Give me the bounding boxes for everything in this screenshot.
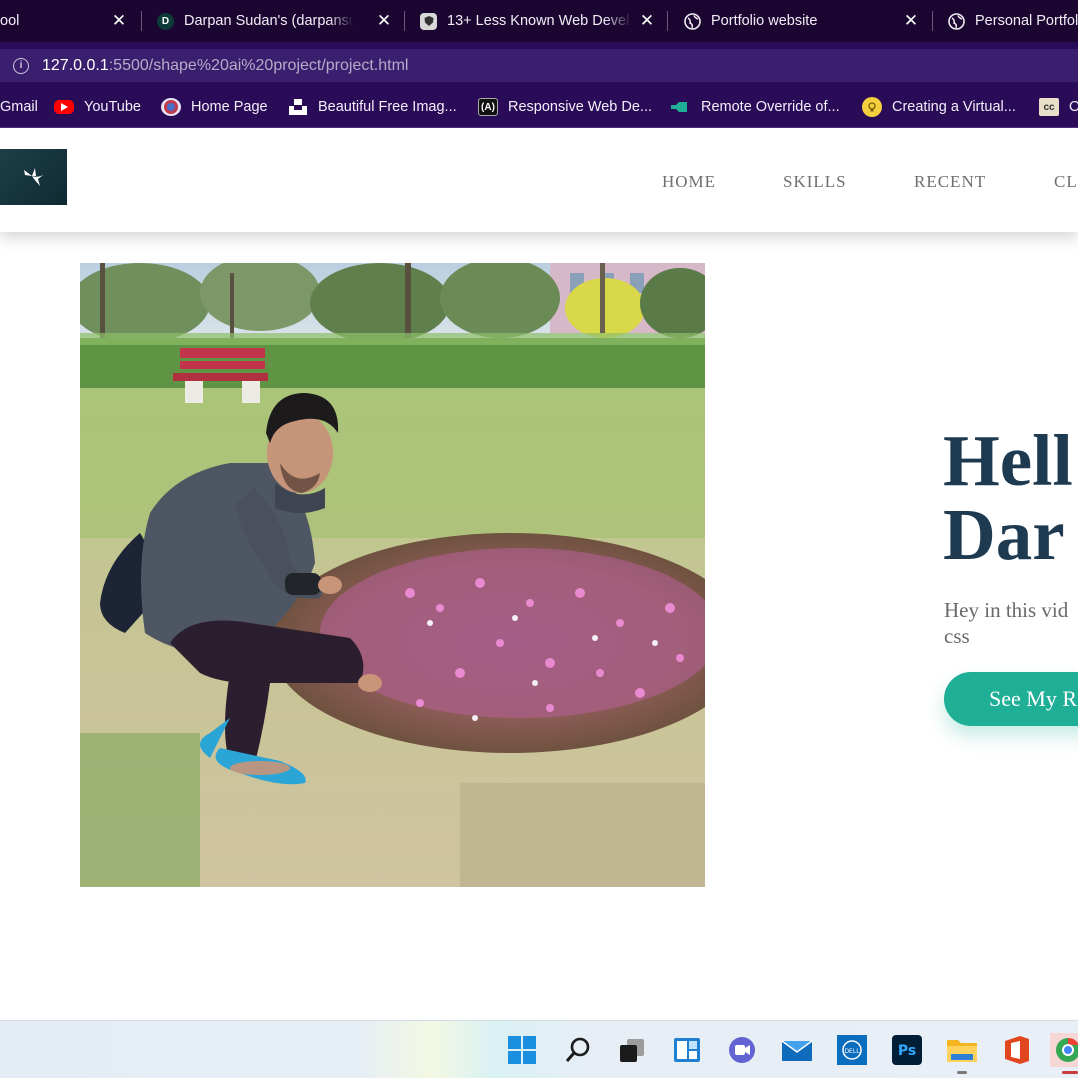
hero-title-line-2: Dar [943, 494, 1065, 575]
bookmarks-bar: Gmail YouTube Home Page Beautiful Free I… [0, 88, 1078, 128]
hero-description: Hey in this vid css [944, 597, 1078, 649]
tab-title: 13+ Less Known Web Devel [447, 13, 630, 29]
widgets-icon[interactable] [670, 1033, 704, 1067]
darpan-favicon-icon: D [157, 12, 174, 30]
hero-title: Hell Dar [943, 424, 1073, 572]
tab-title: Portfolio website [711, 13, 818, 29]
see-my-resume-button[interactable]: See My R [944, 672, 1078, 726]
tab-portfolio-website[interactable]: Portfolio website ✕ [684, 0, 922, 42]
bookmark-responsive-web[interactable]: (A) Responsive Web De... [478, 88, 652, 126]
tab-close-icon[interactable]: ✕ [375, 12, 393, 30]
globe-icon [684, 12, 701, 30]
dell-icon-label: DELL [844, 1048, 860, 1055]
teams-chat-icon[interactable] [725, 1033, 759, 1067]
tab-strip: ool ✕ D Darpan Sudan's (darpansudan ✕ 13… [0, 0, 1078, 42]
site-info-icon[interactable]: i [13, 57, 29, 74]
globe-icon [948, 12, 965, 30]
tab-web-dev-tools[interactable]: 13+ Less Known Web Devel ✕ [420, 0, 658, 42]
bookmark-label: YouTube [84, 99, 141, 115]
bookmark-label: Gmail [0, 99, 38, 115]
dell-icon[interactable]: DELL [835, 1033, 869, 1067]
tab-personal-portfolio[interactable]: Personal Portfolio [948, 0, 1078, 42]
cc-icon: cc [1039, 98, 1059, 116]
address-bar[interactable]: i 127.0.0.1:5500/shape%20ai%20project/pr… [0, 49, 1078, 82]
youtube-icon [54, 100, 74, 114]
file-explorer-icon[interactable] [945, 1033, 979, 1067]
responsive-web-favicon-icon: (A) [478, 98, 498, 116]
site-header: HOME SKILLS RECENT CL [0, 129, 1078, 232]
remote-override-favicon-icon [671, 98, 691, 116]
url-path: :5500/shape%20ai%20project/project.html [108, 56, 409, 74]
tab-darpan-sudan[interactable]: D Darpan Sudan's (darpansudan ✕ [157, 0, 395, 42]
running-indicator [957, 1071, 967, 1074]
mail-icon[interactable] [780, 1033, 814, 1067]
office-icon[interactable] [1000, 1033, 1034, 1067]
bookmark-label: Home Page [191, 99, 268, 115]
tab-gmail-tool[interactable]: ool ✕ [0, 0, 132, 42]
bookmark-label: Responsive Web De... [508, 99, 652, 115]
tab-close-icon[interactable]: ✕ [902, 12, 920, 30]
site-logo[interactable] [0, 149, 67, 205]
bookmark-label: O [1069, 99, 1078, 115]
profile-photo [80, 263, 705, 887]
hero-description-line-1: Hey in this vid [944, 598, 1069, 622]
bookmark-gmail[interactable]: Gmail [0, 88, 38, 126]
task-view-icon[interactable] [615, 1033, 649, 1067]
taskbar: DELL Ps [0, 1020, 1078, 1078]
bookmark-remote-override[interactable]: Remote Override of... [671, 88, 840, 126]
nav-contact[interactable]: CL [1054, 172, 1078, 192]
bookmark-youtube[interactable]: YouTube [54, 88, 141, 126]
tab-title: Darpan Sudan's (darpansudan [184, 13, 354, 29]
hummingbird-icon [23, 168, 43, 186]
bookmark-label: Creating a Virtual... [892, 99, 1016, 115]
url-host: 127.0.0.1 [42, 56, 109, 74]
tab-close-icon[interactable]: ✕ [110, 12, 128, 30]
page-viewport: HOME SKILLS RECENT CL Hell Dar Hey in th… [0, 129, 1078, 1020]
shield-favicon-icon [420, 12, 437, 30]
bookmark-label: Remote Override of... [701, 99, 840, 115]
hero-title-line-1: Hell [943, 420, 1073, 501]
nav-skills[interactable]: SKILLS [783, 172, 847, 192]
unsplash-icon [288, 98, 308, 116]
home-page-favicon-icon [161, 98, 181, 116]
bookmark-home-page[interactable]: Home Page [161, 88, 268, 126]
nav-home[interactable]: HOME [662, 172, 716, 192]
bookmark-unsplash[interactable]: Beautiful Free Imag... [288, 88, 457, 126]
bookmark-creating-virtual[interactable]: Creating a Virtual... [862, 88, 1016, 126]
hero-description-line-2: css [944, 624, 970, 648]
tab-title: Personal Portfolio [975, 13, 1078, 29]
photoshop-icon-label: Ps [898, 1043, 916, 1059]
active-indicator [1062, 1071, 1078, 1074]
chrome-icon[interactable] [1050, 1033, 1078, 1067]
lightbulb-icon [862, 97, 882, 117]
bookmark-label: Beautiful Free Imag... [318, 99, 457, 115]
search-icon[interactable] [561, 1033, 595, 1067]
nav-recent[interactable]: RECENT [914, 172, 986, 192]
tab-close-icon[interactable]: ✕ [638, 12, 656, 30]
windows-start-icon[interactable] [505, 1033, 539, 1067]
photoshop-icon[interactable]: Ps [890, 1033, 924, 1067]
bookmark-cc[interactable]: cc O [1039, 88, 1078, 126]
